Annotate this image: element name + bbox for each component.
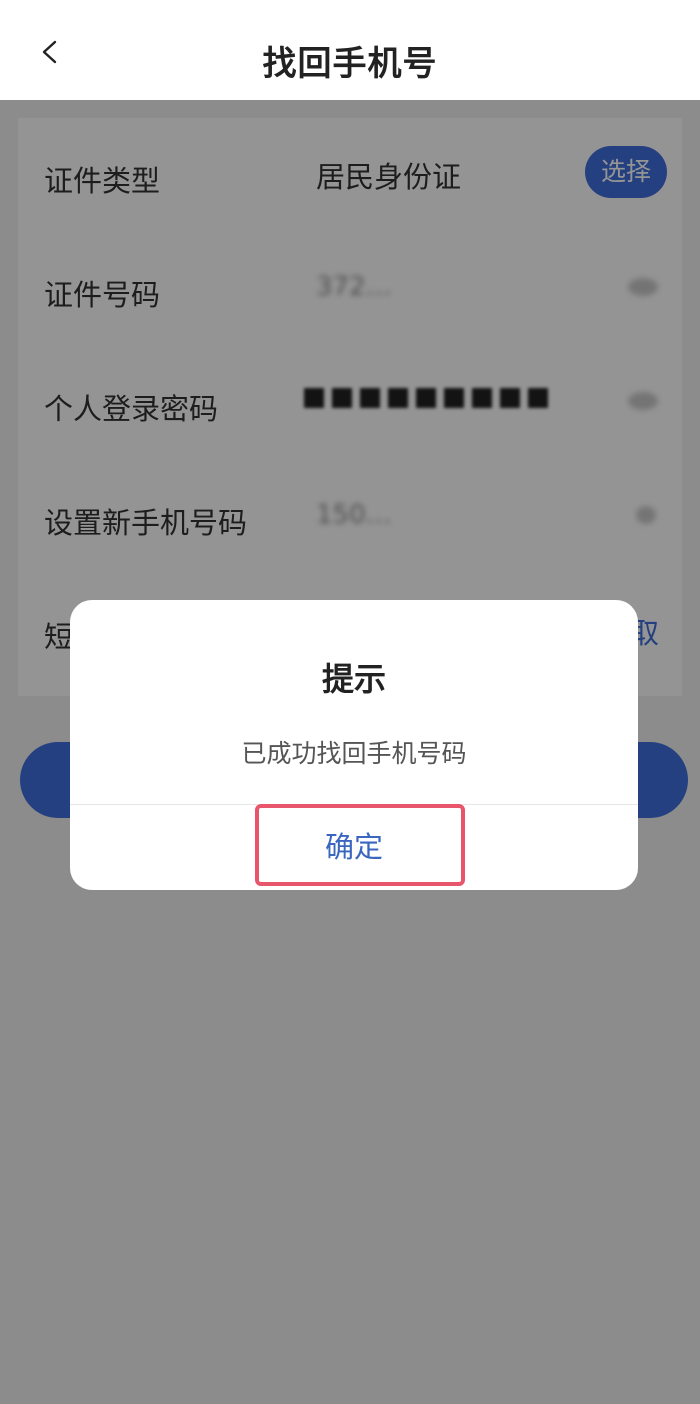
- nav-bar: 找回手机号: [0, 0, 700, 100]
- dialog-title: 提示: [321, 660, 386, 698]
- dialog-message: 已成功找回手机号码: [241, 739, 467, 768]
- confirm-highlight-box: [255, 804, 465, 886]
- page-title: 找回手机号: [262, 44, 438, 84]
